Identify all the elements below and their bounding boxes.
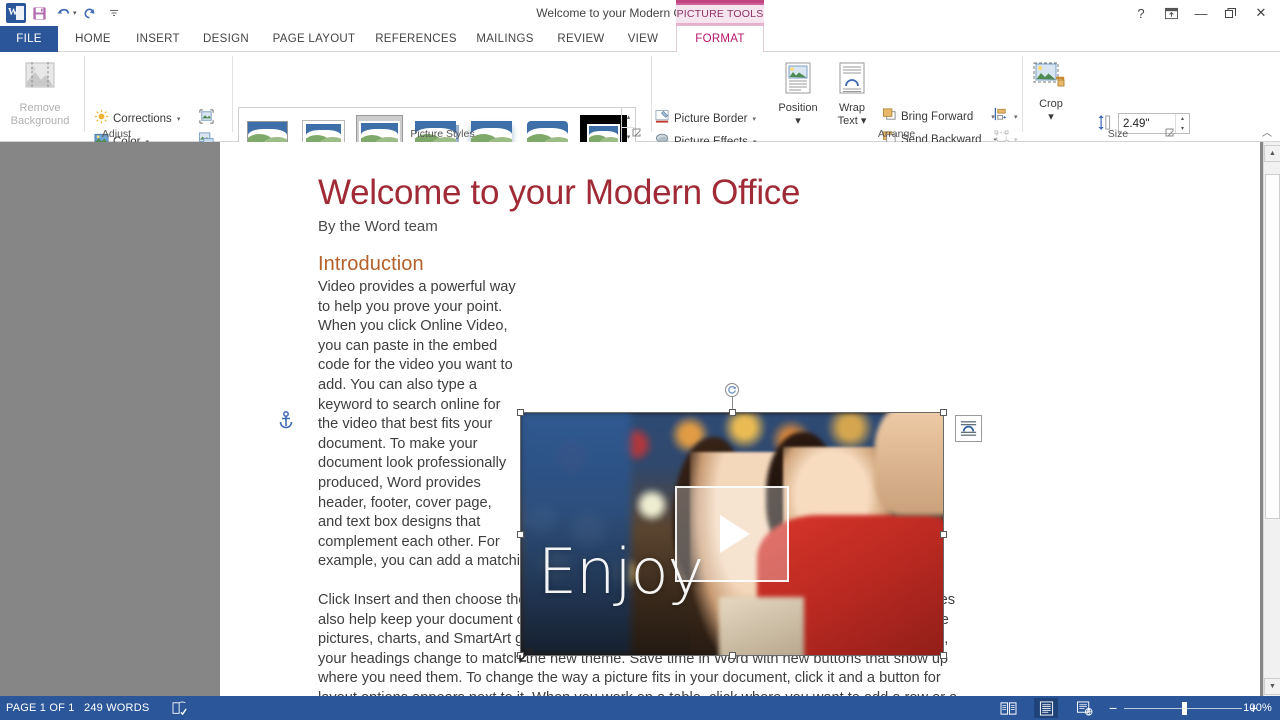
remove-background-button[interactable]: Remove Background [4,60,76,127]
resize-handle-top-center[interactable] [729,409,736,416]
align-icon [994,107,1009,127]
proofing-errors-icon[interactable] [168,698,192,718]
rotate-handle[interactable] [725,383,739,397]
resize-handle-middle-right[interactable] [940,531,947,538]
resize-handle-middle-left[interactable] [517,531,524,538]
document-heading-introduction[interactable]: Introduction [318,253,958,276]
restore-button[interactable] [1216,1,1246,25]
status-bar: PAGE 1 OF 1 249 WORDS − + 100% [0,696,1280,720]
crop-label: Crop ▾ [1039,98,1063,123]
tab-design[interactable]: DESIGN [195,26,257,52]
gallery-scroll-up-icon[interactable]: ▴ [622,108,635,128]
zoom-out-button[interactable]: − [1102,696,1124,720]
document-title[interactable]: Welcome to your Modern Office [318,172,958,214]
compress-pictures-icon [198,108,215,130]
ribbon-group-arrange: Position ▾ Wrap Text ▾ Bring Forward ▾ S… [770,52,1023,169]
position-label: Position ▾ [778,102,818,127]
title-bar: W ▾ Welcome to your Modern Office - Word… [0,0,1280,26]
remove-background-label: Remove Background [10,102,70,127]
minimize-button[interactable]: — [1186,1,1216,25]
position-icon [785,62,811,94]
zoom-level[interactable]: 100% [1243,696,1272,720]
group-label-size: Size [1107,128,1129,140]
wrap-text-label: Wrap Text ▾ [837,102,867,127]
tab-review[interactable]: REVIEW [548,26,614,52]
tab-file[interactable]: FILE [0,26,58,52]
picture-border-button[interactable]: Picture Border ▾ [653,108,758,130]
compress-pictures-button[interactable] [196,108,217,130]
document-subtitle[interactable]: By the Word team [318,218,958,235]
tab-page-layout[interactable]: PAGE LAYOUT [262,26,366,52]
document-canvas: Welcome to your Modern Office By the Wor… [0,142,1280,706]
picture-border-label: Picture Border [674,113,748,125]
tab-format[interactable]: FORMAT [676,26,764,53]
picture-border-icon [655,109,670,129]
position-button[interactable]: Position ▾ [770,62,826,127]
align-button[interactable]: ▾ [992,106,1020,128]
picture-styles-dialog-launcher[interactable] [631,128,642,139]
shape-height-increase-icon[interactable]: ▴ [1176,114,1189,124]
group-label-arrange: Arrange [877,128,916,140]
page-indicator[interactable]: PAGE 1 OF 1 [6,696,75,720]
window-title: Welcome to your Modern Office - Word [536,6,744,20]
resize-handle-bottom-center[interactable] [729,652,736,659]
ribbon-group-size: Crop ▾ ▴ ▾ ▴ ▾ Size [1023,52,1213,165]
object-anchor-icon [278,411,294,434]
help-button[interactable]: ? [1126,1,1156,25]
group-label-picture-styles: Picture Styles [410,128,475,140]
vertical-scrollbar[interactable]: ▲ ▼ [1263,142,1280,696]
corrections-button[interactable]: Corrections ▾ [92,108,182,130]
zoom-slider[interactable]: − + [1102,696,1264,720]
align-dropdown-icon[interactable]: ▾ [1014,113,1018,121]
resize-handle-bottom-right[interactable] [940,652,947,659]
bring-forward-label: Bring Forward [901,111,974,123]
view-web-layout[interactable] [1072,698,1096,718]
group-label-adjust: Adjust [101,128,132,140]
ribbon-group-adjust: Remove Background Corrections ▾ Color ▾ … [0,52,233,171]
layout-options-icon [960,421,977,436]
picture-border-dropdown-icon[interactable]: ▾ [753,115,757,123]
tab-home[interactable]: HOME [64,26,122,52]
enjoy-video-thumbnail[interactable]: Enjoy [521,413,943,655]
corrections-label: Corrections [113,113,172,125]
wrap-text-button[interactable]: Wrap Text ▾ [828,62,876,127]
crop-icon [1033,62,1065,87]
remove-background-icon [25,62,55,88]
ribbon-tab-bar: FILE HOME INSERT DESIGN PAGE LAYOUT REFE… [0,26,1280,75]
zoom-knob[interactable] [1182,701,1188,715]
size-dialog-launcher[interactable] [1164,128,1175,139]
wrap-text-icon [839,62,865,94]
tab-mailings[interactable]: MAILINGS [468,26,542,52]
selected-picture[interactable]: Enjoy [517,383,947,659]
view-print-layout[interactable] [1034,698,1058,718]
ribbon-group-picture-styles: ▴ ▾ ▾ Picture Border ▾ Picture Effects ▾… [233,52,756,171]
tab-insert[interactable]: INSERT [128,26,188,52]
picture-tools-text: PICTURE TOOLS [676,5,764,23]
scroll-down-button[interactable]: ▼ [1264,678,1280,695]
resize-handle-top-right[interactable] [940,409,947,416]
view-read-mode[interactable] [996,698,1020,718]
word-count[interactable]: 249 WORDS [84,696,149,720]
corrections-icon [94,109,109,129]
crop-resize-cursor-icon [516,645,536,665]
bring-forward-icon [882,107,897,127]
layout-options-button[interactable] [955,415,982,442]
bring-forward-button[interactable]: Bring Forward ▾ [880,106,997,128]
scroll-up-button[interactable]: ▲ [1264,145,1280,162]
corrections-dropdown-icon[interactable]: ▾ [177,115,181,123]
ribbon: Remove Background Corrections ▾ Color ▾ … [0,52,1280,171]
picture-tools-context-label: PICTURE TOOLS [676,0,764,26]
tab-references[interactable]: REFERENCES [368,26,464,52]
crop-button[interactable]: Crop ▾ [1027,62,1075,123]
scrollbar-thumb[interactable] [1265,174,1280,519]
ribbon-display-options-icon[interactable] [1156,1,1186,25]
zoom-track[interactable] [1124,701,1243,715]
collapse-ribbon-icon[interactable]: ︿ [1262,124,1272,139]
tab-view[interactable]: VIEW [618,26,668,52]
close-button[interactable]: ✕ [1246,1,1276,25]
window-controls: ? — ✕ [1126,1,1276,25]
resize-handle-top-left[interactable] [517,409,524,416]
play-button-overlay-icon[interactable] [675,485,789,583]
